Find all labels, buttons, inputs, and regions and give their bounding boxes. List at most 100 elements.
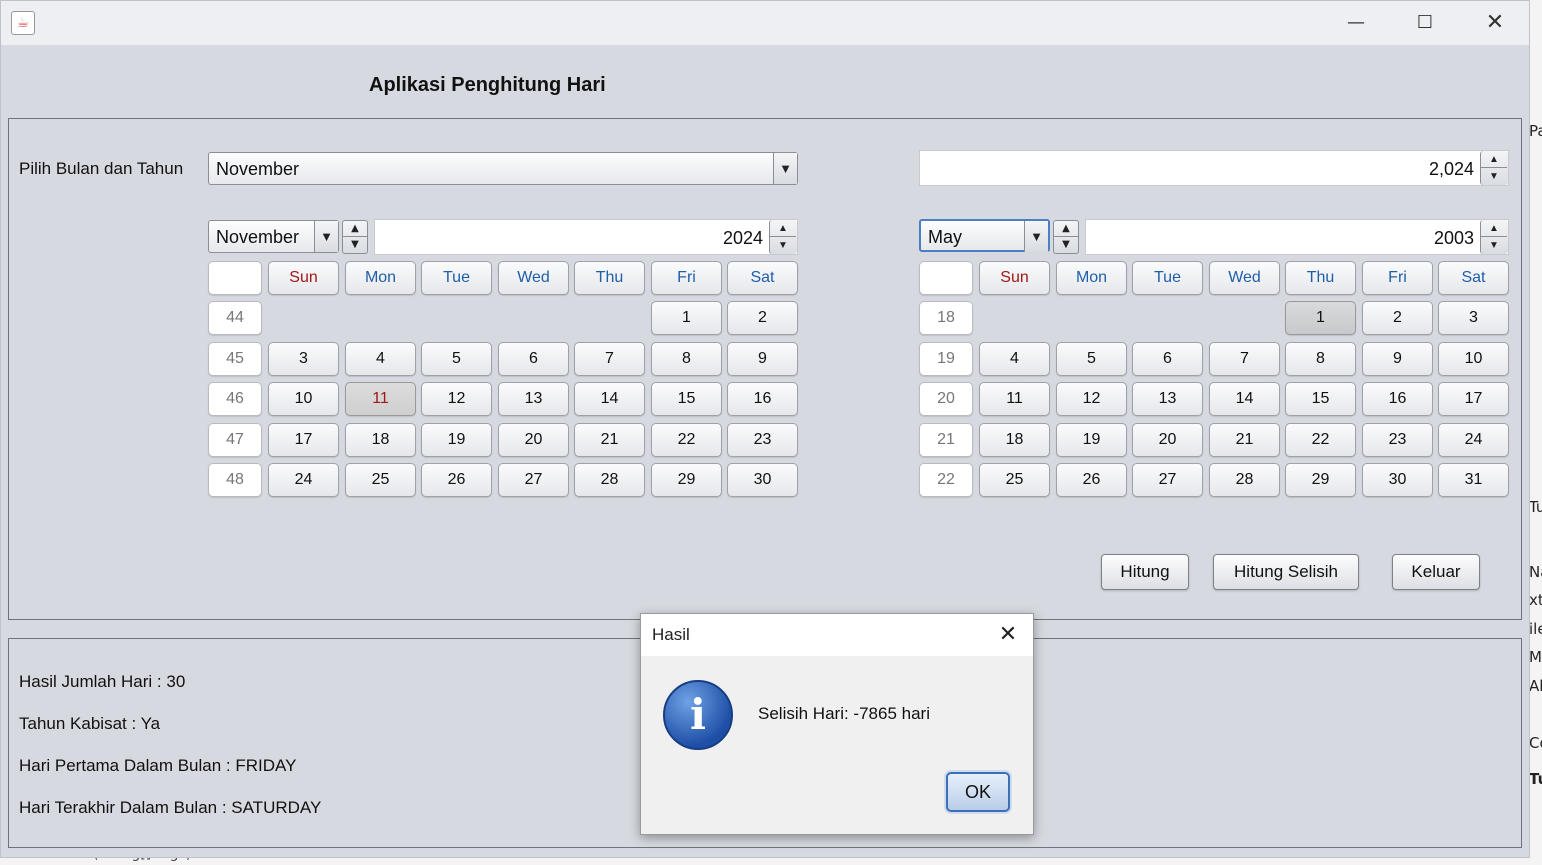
spin-down-icon[interactable]: ▼ [343,237,367,253]
right-calendar-month-spinner[interactable]: ▲ ▼ [1053,220,1079,254]
day-button[interactable]: 7 [574,342,645,376]
close-icon[interactable]: ✕ [993,620,1023,650]
spin-down-icon[interactable]: ▼ [1481,237,1507,254]
day-button[interactable]: 12 [421,382,492,416]
day-button[interactable]: 5 [421,342,492,376]
day-button[interactable]: 2 [727,301,798,335]
day-button[interactable]: 17 [268,423,339,457]
day-button[interactable]: 27 [1132,463,1203,497]
day-button[interactable]: 10 [268,382,339,416]
day-button[interactable]: 6 [498,342,569,376]
spin-up-icon[interactable]: ▲ [1481,220,1507,237]
day-button[interactable]: 22 [651,423,722,457]
day-button[interactable]: 23 [727,423,798,457]
dialog-title-bar[interactable]: Hasil ✕ [641,614,1033,656]
day-button[interactable]: 16 [1362,382,1433,416]
right-calendar-year-spinner[interactable]: 2003 ▲ ▼ [1085,219,1509,255]
day-button[interactable]: 25 [979,463,1050,497]
day-button[interactable]: 28 [1209,463,1280,497]
maximize-button[interactable]: ☐ [1402,7,1448,39]
day-button[interactable]: 22 [1285,423,1356,457]
chevron-down-icon[interactable]: ▼ [314,221,338,252]
day-button[interactable]: 18 [979,423,1050,457]
day-button[interactable]: 2 [1362,301,1433,335]
day-button[interactable]: 30 [1362,463,1433,497]
spin-up-icon[interactable]: ▲ [1054,221,1078,237]
day-button[interactable]: 8 [1285,342,1356,376]
day-button[interactable]: 9 [1362,342,1433,376]
right-calendar-month-combo[interactable]: May ▼ [919,219,1050,252]
day-button[interactable]: 24 [268,463,339,497]
day-button[interactable]: 12 [1056,382,1127,416]
ide-fragment: xt [1529,591,1542,609]
day-button[interactable]: 18 [345,423,416,457]
day-button[interactable]: 20 [1132,423,1203,457]
day-button[interactable]: 29 [651,463,722,497]
keluar-button[interactable]: Keluar [1392,554,1480,590]
day-button[interactable]: 4 [345,342,416,376]
spin-down-icon[interactable]: ▼ [1481,168,1507,185]
day-button[interactable]: 30 [727,463,798,497]
left-calendar-month-spinner[interactable]: ▲ ▼ [342,220,368,254]
day-button[interactable]: 5 [1056,342,1127,376]
day-button[interactable]: 11 [345,382,416,416]
day-button[interactable]: 31 [1438,463,1509,497]
day-button[interactable]: 23 [1362,423,1433,457]
spin-down-icon[interactable]: ▼ [1054,237,1078,253]
year-spinner-buttons[interactable]: ▲ ▼ [1480,220,1508,254]
minimize-button[interactable]: — [1333,7,1379,39]
right-calendar-year-value: 2003 [1433,228,1474,248]
day-button[interactable]: 8 [651,342,722,376]
day-button[interactable]: 20 [498,423,569,457]
day-button[interactable]: 14 [1209,382,1280,416]
day-button[interactable]: 1 [651,301,722,335]
spin-up-icon[interactable]: ▲ [770,220,796,237]
spin-down-icon[interactable]: ▼ [770,237,796,254]
day-button[interactable]: 28 [574,463,645,497]
chevron-down-icon[interactable]: ▼ [773,153,797,184]
title-bar[interactable]: ☕ — ☐ ✕ [1,1,1529,45]
day-button[interactable]: 21 [1209,423,1280,457]
day-button[interactable]: 25 [345,463,416,497]
spin-up-icon[interactable]: ▲ [1481,151,1507,168]
day-button[interactable]: 26 [421,463,492,497]
day-button[interactable]: 9 [727,342,798,376]
left-calendar-month-combo[interactable]: November ▼ [208,220,339,253]
day-button[interactable]: 16 [727,382,798,416]
day-button[interactable]: 26 [1056,463,1127,497]
day-button[interactable]: 10 [1438,342,1509,376]
day-button[interactable]: 15 [651,382,722,416]
day-button[interactable]: 15 [1285,382,1356,416]
day-button[interactable]: 3 [1438,301,1509,335]
left-calendar-year-spinner[interactable]: 2024 ▲ ▼ [374,219,798,255]
ok-button[interactable]: OK [946,772,1010,812]
day-button[interactable]: 19 [421,423,492,457]
day-button[interactable]: 14 [574,382,645,416]
year-spinner-buttons[interactable]: ▲ ▼ [1480,151,1508,185]
month-combo[interactable]: November ▼ [208,152,798,185]
day-button[interactable]: 17 [1438,382,1509,416]
year-spinner-buttons[interactable]: ▲ ▼ [769,220,797,254]
result-tahun-kabisat: Tahun Kabisat : Ya [19,714,161,733]
day-button[interactable]: 29 [1285,463,1356,497]
chevron-down-icon[interactable]: ▼ [1024,221,1048,252]
day-button[interactable]: 3 [268,342,339,376]
close-window-button[interactable]: ✕ [1472,7,1518,39]
day-header-sun: Sun [268,261,339,295]
day-button[interactable]: 13 [1132,382,1203,416]
day-button[interactable]: 11 [979,382,1050,416]
day-button[interactable]: 7 [1209,342,1280,376]
day-button[interactable]: 19 [1056,423,1127,457]
day-button[interactable]: 4 [979,342,1050,376]
day-button[interactable]: 1 [1285,301,1356,335]
day-button[interactable]: 24 [1438,423,1509,457]
hitung-selisih-button[interactable]: Hitung Selisih [1213,554,1359,590]
day-button[interactable]: 6 [1132,342,1203,376]
day-button[interactable]: 27 [498,463,569,497]
year-spinner[interactable]: 2,024 ▲ ▼ [919,150,1509,186]
day-header-sat: Sat [1438,261,1509,295]
hitung-button[interactable]: Hitung [1101,554,1189,590]
day-button[interactable]: 13 [498,382,569,416]
day-button[interactable]: 21 [574,423,645,457]
spin-up-icon[interactable]: ▲ [343,221,367,237]
